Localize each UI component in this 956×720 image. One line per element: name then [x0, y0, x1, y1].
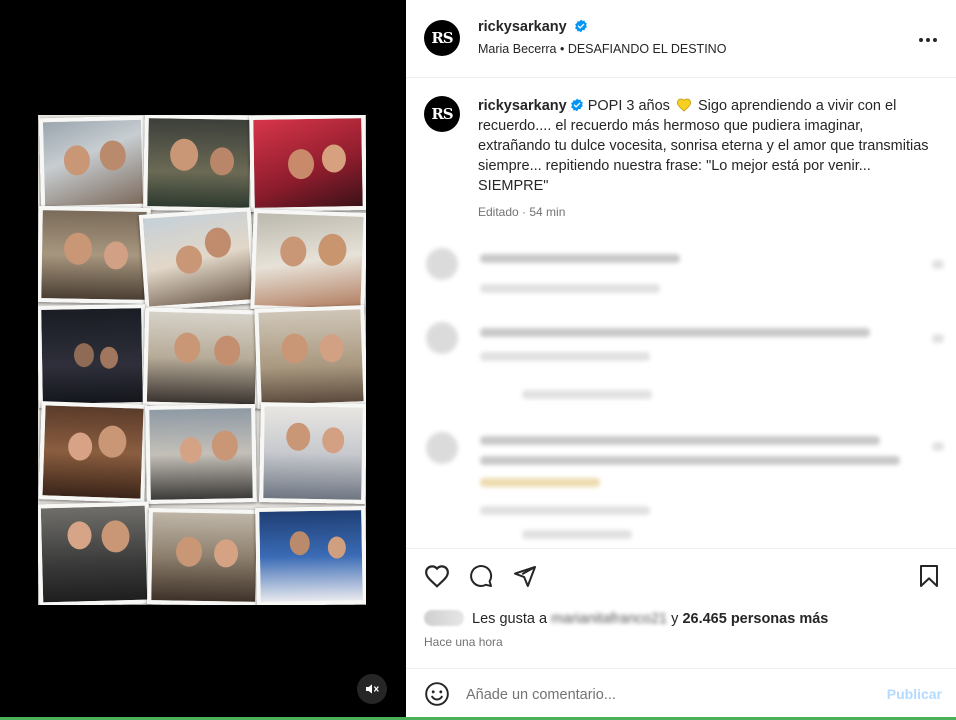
comment-input[interactable] — [466, 683, 866, 707]
post-timestamp[interactable]: Hace una hora — [424, 635, 503, 649]
more-options-icon — [919, 38, 937, 42]
collage-photo — [147, 508, 261, 605]
liker-username-link[interactable]: marianitafranco21 — [551, 611, 667, 627]
save-button[interactable] — [918, 564, 940, 593]
post-header: RS rickysarkany Maria Becerra • DESAFIAN… — [406, 0, 956, 78]
collage-photo — [38, 206, 151, 304]
emoji-picker-button[interactable] — [424, 681, 450, 712]
collage-photo — [255, 506, 366, 605]
collage-photo — [38, 115, 148, 211]
more-options-button[interactable] — [918, 26, 938, 49]
caption-lead-text: POPI 3 años — [587, 98, 670, 114]
caption-author-username[interactable]: rickysarkany — [478, 98, 567, 114]
collage-photo — [249, 115, 366, 213]
collage-photo — [143, 115, 255, 212]
collage-photo — [142, 307, 262, 409]
collage-photo — [254, 305, 366, 409]
collage-photo — [259, 402, 366, 504]
author-username-link[interactable]: rickysarkany — [478, 19, 567, 35]
bookmark-icon — [920, 565, 938, 587]
yellow-heart-emoji-icon — [676, 98, 691, 112]
verified-badge-icon — [575, 19, 587, 33]
caption-author-avatar[interactable]: RS — [424, 96, 460, 132]
comments-list[interactable] — [422, 240, 952, 545]
author-avatar[interactable]: RS — [424, 20, 460, 56]
likes-prefix: Les gusta a — [472, 611, 548, 627]
likes-conjunction: y — [671, 611, 679, 627]
collage-photo — [38, 304, 147, 408]
smiley-icon — [425, 682, 449, 706]
liker-avatars — [424, 610, 464, 626]
post-media[interactable] — [0, 0, 406, 720]
photo-collage — [38, 115, 366, 605]
music-track-link[interactable]: Maria Becerra • DESAFIANDO EL DESTINO — [478, 42, 726, 56]
likes-summary[interactable]: Les gusta a marianitafranco21 y 26.465 p… — [424, 610, 828, 627]
comment-button[interactable] — [468, 564, 494, 593]
collage-photo — [38, 501, 152, 605]
comment-composer: Publicar — [406, 668, 956, 720]
comment-item — [422, 244, 952, 304]
caption-meta: Editado · 54 min — [478, 205, 566, 219]
speaker-muted-icon — [366, 684, 379, 694]
collage-photo — [138, 207, 258, 311]
post-caption: rickysarkany POPI 3 años Sigo aprendiend… — [478, 96, 938, 196]
edited-label: Editado — [478, 205, 519, 219]
like-button[interactable] — [424, 564, 450, 593]
collage-photo — [38, 401, 148, 503]
collage-photo — [145, 404, 257, 504]
mute-toggle-button[interactable] — [357, 674, 387, 704]
likes-count-link[interactable]: 26.465 personas más — [682, 611, 828, 627]
heart-icon — [425, 565, 449, 588]
post-details-panel: RS rickysarkany Maria Becerra • DESAFIAN… — [406, 0, 956, 720]
publish-button[interactable]: Publicar — [887, 686, 942, 702]
comment-bubble-icon — [470, 565, 493, 587]
verified-badge-icon — [570, 98, 583, 112]
comment-item — [422, 428, 952, 539]
share-button[interactable] — [512, 564, 538, 593]
comment-item — [422, 318, 952, 408]
post-actions: Les gusta a marianitafranco21 y 26.465 p… — [406, 548, 956, 658]
caption-time[interactable]: 54 min — [529, 205, 565, 219]
collage-photo — [250, 209, 366, 313]
author-line: rickysarkany — [478, 18, 588, 36]
paper-plane-icon — [514, 566, 536, 587]
